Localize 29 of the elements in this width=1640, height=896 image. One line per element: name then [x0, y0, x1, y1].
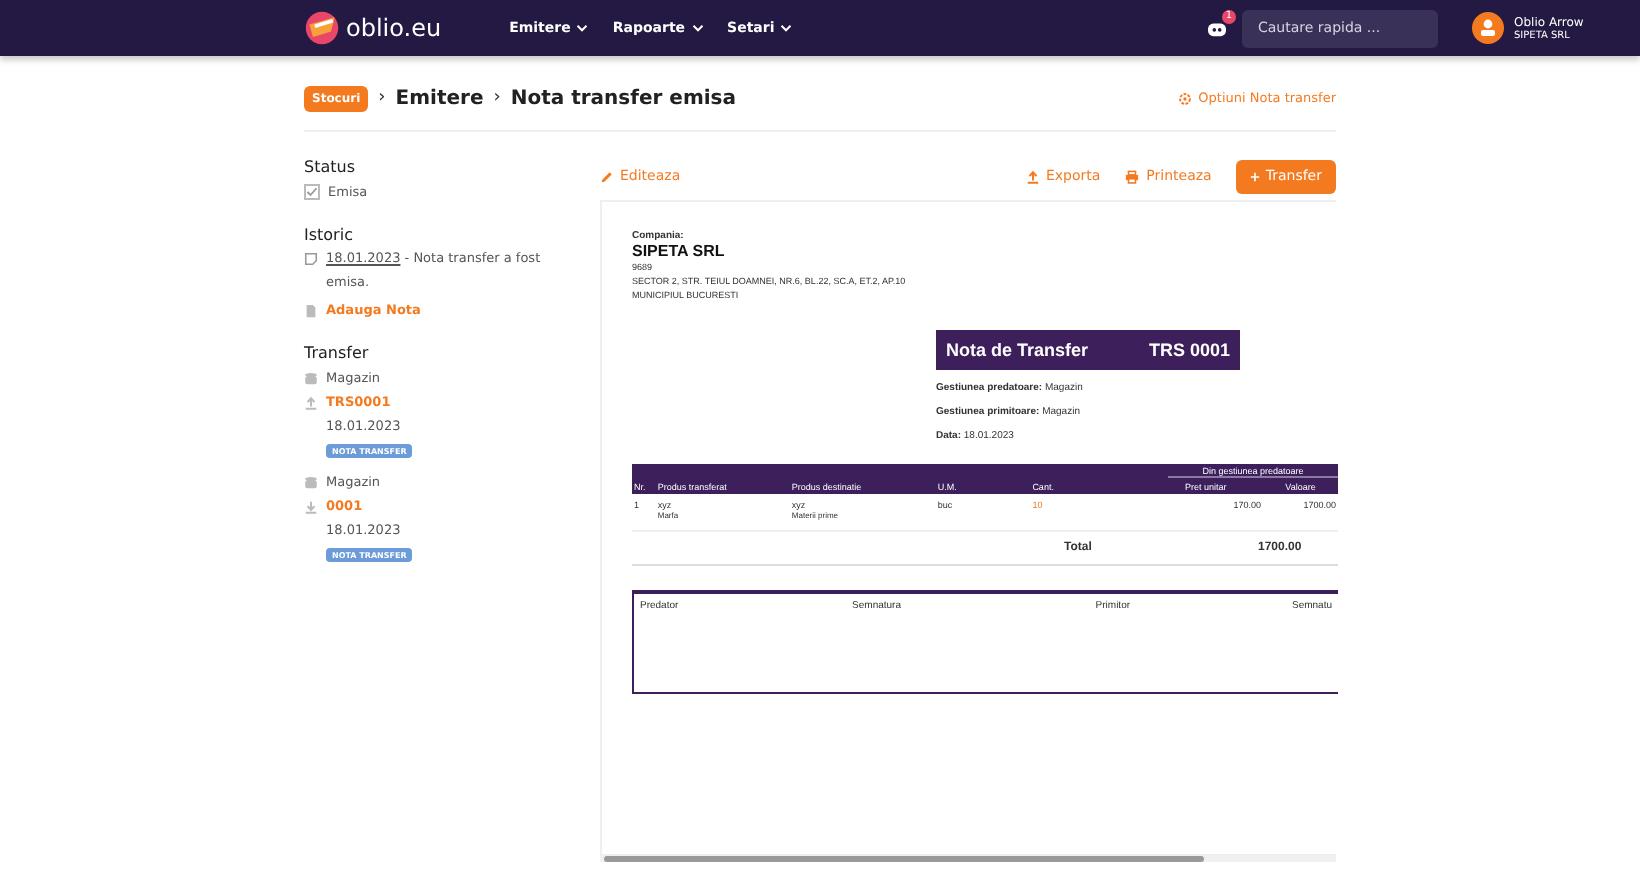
company-name: SIPETA SRL — [632, 242, 727, 260]
printer-icon — [1124, 169, 1141, 183]
user-avatar-icon[interactable] — [1472, 12, 1504, 44]
upload-icon — [1025, 169, 1040, 183]
plus-icon — [1249, 171, 1260, 181]
page-title: Nota transfer emisa — [510, 87, 736, 109]
logo-text[interactable]: oblio.eu — [346, 14, 442, 42]
section-title: Istoric — [304, 226, 355, 244]
settings-icon — [1178, 91, 1193, 105]
document-title: Nota de Transfer — [946, 340, 1089, 360]
upload-icon — [304, 395, 318, 409]
breadcrumb-separator: › — [493, 88, 501, 108]
download-icon — [304, 499, 318, 513]
database-icon — [304, 371, 318, 385]
document-number: TRS 0001 — [1148, 340, 1230, 360]
document-icon — [304, 303, 318, 317]
chevron-down-icon — [691, 24, 704, 32]
logo-icon[interactable] — [304, 10, 340, 46]
note-icon — [304, 252, 318, 266]
database-icon — [304, 475, 318, 489]
pencil-icon — [600, 169, 614, 183]
chevron-down-icon — [576, 24, 589, 32]
section-title: Transfer — [304, 344, 371, 362]
scrollbar-thumb[interactable] — [604, 856, 1204, 862]
breadcrumb-link[interactable]: Emitere — [395, 87, 484, 109]
robot-icon[interactable] — [1206, 19, 1228, 37]
section-title: Status — [304, 158, 357, 176]
chevron-down-icon — [780, 24, 793, 32]
breadcrumb-separator: › — [378, 88, 386, 108]
